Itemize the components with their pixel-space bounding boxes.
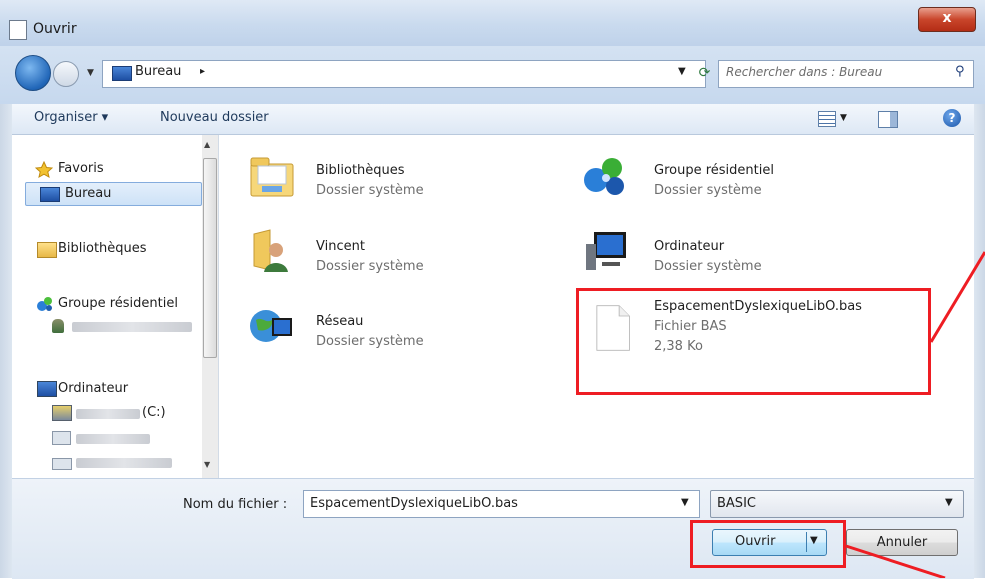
drive-icon (52, 431, 71, 445)
scroll-down-icon[interactable]: ▼ (204, 460, 210, 469)
annotation-open-highlight (690, 520, 846, 568)
nav-item-computer[interactable]: Ordinateur (58, 381, 128, 396)
preview-pane-icon[interactable] (878, 111, 898, 128)
help-icon[interactable]: ? (943, 109, 961, 127)
nav-scroll-thumb[interactable] (203, 158, 217, 358)
user-folder-icon (253, 229, 288, 272)
forward-button[interactable] (53, 61, 79, 87)
breadcrumb-arrow-icon[interactable]: ▸ (200, 66, 205, 77)
homegroup-icon (37, 297, 52, 311)
drive-icon (52, 458, 72, 470)
user-icon (52, 319, 64, 333)
item-name[interactable]: Ordinateur (654, 239, 724, 254)
filename-label: Nom du fichier : (183, 497, 288, 512)
item-name[interactable]: Vincent (316, 239, 365, 254)
nav-item-favorites[interactable]: Favoris (58, 161, 104, 176)
computer-icon (586, 232, 626, 270)
window-frame-left (0, 46, 12, 578)
search-placeholder[interactable]: Rechercher dans : Bureau (726, 65, 882, 79)
address-dropdown-icon[interactable]: ▼ (678, 66, 686, 77)
window-title: Ouvrir (33, 21, 77, 37)
item-type: Dossier système (316, 334, 424, 349)
filetype-dropdown-icon[interactable]: ▼ (945, 497, 953, 508)
search-icon[interactable]: ⚲ (955, 64, 965, 79)
nav-item-libraries[interactable]: Bibliothèques (58, 241, 147, 256)
new-folder-button[interactable]: Nouveau dossier (160, 110, 269, 125)
blurred-user-name (72, 322, 192, 332)
change-view-icon[interactable] (818, 111, 836, 127)
annotation-file-highlight (576, 288, 931, 395)
item-type: Dossier système (654, 183, 762, 198)
blurred-drive-label (76, 434, 150, 444)
filename-value[interactable]: EspacementDyslexiqueLibO.bas (310, 496, 518, 511)
nav-item-homegroup[interactable]: Groupe résidentiel (58, 296, 178, 311)
homegroup-icon (584, 158, 624, 195)
blurred-drive-label (76, 409, 140, 419)
item-name[interactable]: Groupe résidentiel (654, 163, 774, 178)
address-bar[interactable] (102, 60, 706, 88)
organize-button[interactable]: Organiser ▾ (34, 110, 108, 125)
drive-icon (52, 405, 72, 421)
refresh-icon[interactable]: ⟳ (692, 61, 717, 85)
title-bar (0, 0, 985, 46)
window-icon (9, 20, 27, 40)
item-type: Dossier système (316, 183, 424, 198)
libraries-folder-icon (250, 157, 294, 197)
nav-item-drive-c[interactable]: (C:) (142, 405, 166, 420)
libraries-icon (37, 242, 57, 258)
item-name[interactable]: Bibliothèques (316, 163, 405, 178)
blurred-drive-label (76, 458, 172, 468)
view-dropdown-icon[interactable]: ▼ (840, 113, 847, 123)
item-type: Dossier système (654, 259, 762, 274)
item-type: Dossier système (316, 259, 424, 274)
filetype-value[interactable]: BASIC (717, 496, 756, 511)
cancel-button[interactable]: Annuler (846, 529, 958, 556)
desktop-icon (40, 187, 60, 202)
nav-item-bureau[interactable]: Bureau (65, 186, 111, 201)
address-path[interactable]: Bureau (135, 64, 181, 79)
filename-dropdown-icon[interactable]: ▼ (681, 497, 689, 508)
computer-icon (37, 381, 57, 397)
item-name[interactable]: Réseau (316, 314, 363, 329)
recent-pages-dropdown-icon[interactable]: ▼ (87, 68, 94, 78)
desktop-icon (112, 66, 132, 81)
favorites-star-icon (35, 161, 53, 178)
back-button[interactable] (15, 55, 51, 91)
window-frame-right (974, 46, 985, 578)
network-icon (250, 310, 292, 342)
scroll-up-icon[interactable]: ▲ (204, 140, 210, 149)
close-button[interactable]: x (918, 7, 976, 32)
